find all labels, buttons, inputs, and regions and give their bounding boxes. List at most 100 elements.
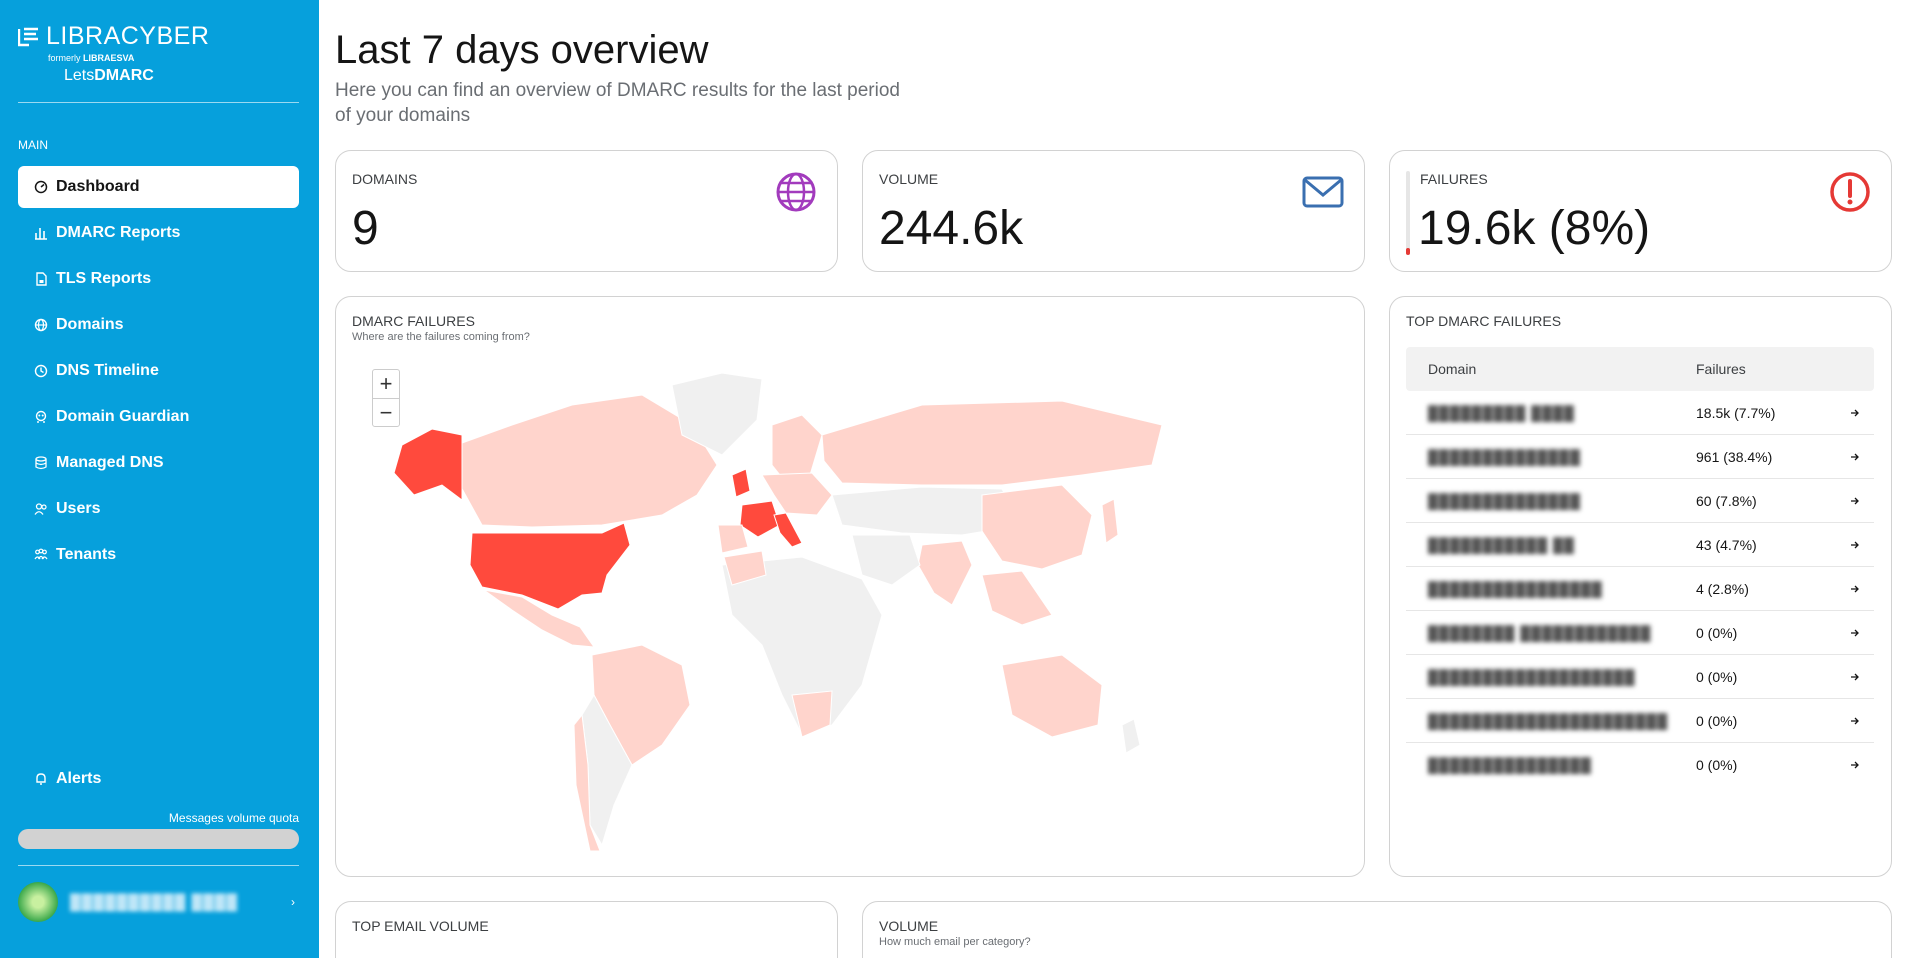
arrow-right-icon[interactable] xyxy=(1836,672,1874,682)
table-row[interactable]: ███████████████ 0 (0%) xyxy=(1406,743,1874,787)
card-subtitle: How much email per category? xyxy=(879,936,1031,948)
arrow-right-icon[interactable] xyxy=(1836,540,1874,550)
database-icon xyxy=(34,456,48,470)
brand-formerly: formerly LIBRAESVA xyxy=(48,53,135,63)
map-country-italy xyxy=(773,512,803,548)
table-row[interactable]: ███████████████████ 0 (0%) xyxy=(1406,655,1874,699)
sidebar-item-users[interactable]: Users xyxy=(18,488,299,530)
failures-level-bar xyxy=(1406,171,1410,255)
card-subtitle: Where are the failures coming from? xyxy=(352,331,530,343)
alerts-label: Alerts xyxy=(56,770,102,787)
sidebar: LIBRACYBER formerly LIBRAESVA LetsDMARC … xyxy=(0,0,319,958)
users-icon xyxy=(34,502,48,516)
table-row[interactable]: ██████████████ 60 (7.8%) xyxy=(1406,479,1874,523)
arrow-right-icon[interactable] xyxy=(1836,584,1874,594)
failures-cell: 60 (7.8%) xyxy=(1696,492,1757,509)
stat-value: 244.6k xyxy=(879,202,1024,255)
clock-icon xyxy=(34,364,48,378)
page-title: Last 7 days overview xyxy=(335,28,709,72)
sidebar-item-label: Dashboard xyxy=(56,178,140,195)
envelope-icon xyxy=(1302,171,1344,213)
failures-cell: 4 (2.8%) xyxy=(1696,580,1749,597)
map-country-iberia xyxy=(717,524,749,554)
gauge-icon xyxy=(34,180,48,194)
card-title: TOP DMARC FAILURES xyxy=(1406,313,1562,329)
quota-progress-bar xyxy=(18,829,299,849)
brand-name: LIBRACYBER xyxy=(46,22,210,50)
sidebar-item-dns-timeline[interactable]: DNS Timeline xyxy=(18,350,299,392)
bell-icon xyxy=(34,772,48,786)
product-name: LetsDMARC xyxy=(64,67,154,84)
failures-cell: 0 (0%) xyxy=(1696,757,1738,773)
failures-stat-card[interactable]: FAILURES 19.6k (8%) xyxy=(1389,150,1892,272)
table-row[interactable]: █████████ ████ 18.5k (7.7%) xyxy=(1406,391,1874,435)
failures-cell: 43 (4.7%) xyxy=(1696,536,1757,553)
table-row[interactable]: ██████████████ 961 (38.4%) xyxy=(1406,435,1874,479)
user-menu[interactable]: ██████████ ████ › xyxy=(18,880,299,924)
table-header: Domain Failures xyxy=(1406,347,1874,391)
sidebar-item-tenants[interactable]: Tenants xyxy=(18,534,299,576)
arrow-right-icon[interactable] xyxy=(1836,496,1874,506)
stat-label: DOMAINS xyxy=(352,171,418,187)
sidebar-item-alerts[interactable]: Alerts xyxy=(18,761,299,797)
chevron-right-icon: › xyxy=(291,895,295,909)
arrow-right-icon[interactable] xyxy=(1836,408,1874,418)
brand-logo[interactable]: LIBRACYBER formerly LIBRAESVA LetsDMARC xyxy=(18,22,298,85)
table-row[interactable]: ████████ ████████████ 0 (0%) xyxy=(1406,611,1874,655)
table-row[interactable]: ██████████████████████ 0 (0%) xyxy=(1406,699,1874,743)
zoom-in-button[interactable]: + xyxy=(373,370,399,398)
sidebar-item-label: TLS Reports xyxy=(56,270,152,287)
table-row[interactable]: ████████████████ 4 (2.8%) xyxy=(1406,567,1874,611)
arrow-right-icon[interactable] xyxy=(1836,760,1874,770)
guardian-icon xyxy=(34,410,48,424)
table-row[interactable]: ███████████ ██ 43 (4.7%) xyxy=(1406,523,1874,567)
domains-stat-card[interactable]: DOMAINS 9 xyxy=(335,150,838,272)
domain-cell: ███████████ ██ xyxy=(1428,536,1575,553)
failures-table-body: █████████ ████ 18.5k (7.7%) ████████████… xyxy=(1406,391,1874,787)
top-email-volume-card: TOP EMAIL VOLUME xyxy=(335,901,838,958)
avatar xyxy=(18,882,58,922)
sidebar-item-domains[interactable]: Domains xyxy=(18,304,299,346)
stat-value: 9 xyxy=(352,202,379,255)
sidebar-item-dashboard[interactable]: Dashboard xyxy=(18,166,299,208)
arrow-right-icon[interactable] xyxy=(1836,452,1874,462)
chart-bar-icon xyxy=(34,226,48,240)
map-country-china xyxy=(981,484,1093,570)
sidebar-item-label: Tenants xyxy=(56,546,117,563)
sidebar-item-tls-reports[interactable]: TLS Reports xyxy=(18,258,299,300)
map-country-middle-east xyxy=(851,534,921,586)
map-country-southeast-asia xyxy=(981,570,1053,626)
sidebar-item-domain-guardian[interactable]: Domain Guardian xyxy=(18,396,299,438)
failures-cell: 0 (0%) xyxy=(1696,624,1738,641)
stat-value: 19.6k (8%) xyxy=(1418,202,1651,255)
failures-cell: 961 (38.4%) xyxy=(1696,448,1773,465)
sidebar-item-managed-dns[interactable]: Managed DNS xyxy=(18,442,299,484)
sidebar-item-label: Users xyxy=(56,500,101,517)
arrow-right-icon[interactable] xyxy=(1836,716,1874,726)
sidebar-item-dmarc-reports[interactable]: DMARC Reports xyxy=(18,212,299,254)
globe-icon xyxy=(34,318,48,332)
alert-circle-icon xyxy=(1829,171,1871,213)
card-title: TOP EMAIL VOLUME xyxy=(352,918,489,934)
map-country-india xyxy=(917,540,973,606)
world-map[interactable] xyxy=(362,365,1362,861)
domain-cell: █████████ ████ xyxy=(1428,404,1575,421)
stat-label: FAILURES xyxy=(1420,171,1488,187)
domain-cell: ███████████████ xyxy=(1428,757,1592,773)
map-country-uk xyxy=(731,468,751,498)
libracyber-logo-icon xyxy=(18,27,38,46)
failures-cell: 0 (0%) xyxy=(1696,712,1738,729)
map-country-australia xyxy=(1001,654,1103,738)
arrow-right-icon[interactable] xyxy=(1836,628,1874,638)
main-nav: Dashboard DMARC Reports TLS Reports Doma… xyxy=(18,166,299,580)
zoom-out-button[interactable]: − xyxy=(373,398,399,426)
card-title: DMARC FAILURES xyxy=(352,313,475,329)
domain-cell: ██████████████████████ xyxy=(1428,712,1669,729)
top-dmarc-failures-card: TOP DMARC FAILURES Domain Failures █████… xyxy=(1389,296,1892,877)
sidebar-divider xyxy=(18,102,299,103)
sidebar-item-label: Domain Guardian xyxy=(56,408,190,425)
volume-stat-card[interactable]: VOLUME 244.6k xyxy=(862,150,1365,272)
sidebar-divider xyxy=(18,865,299,866)
sidebar-item-label: Managed DNS xyxy=(56,454,164,471)
map-zoom-control: + − xyxy=(372,369,400,427)
